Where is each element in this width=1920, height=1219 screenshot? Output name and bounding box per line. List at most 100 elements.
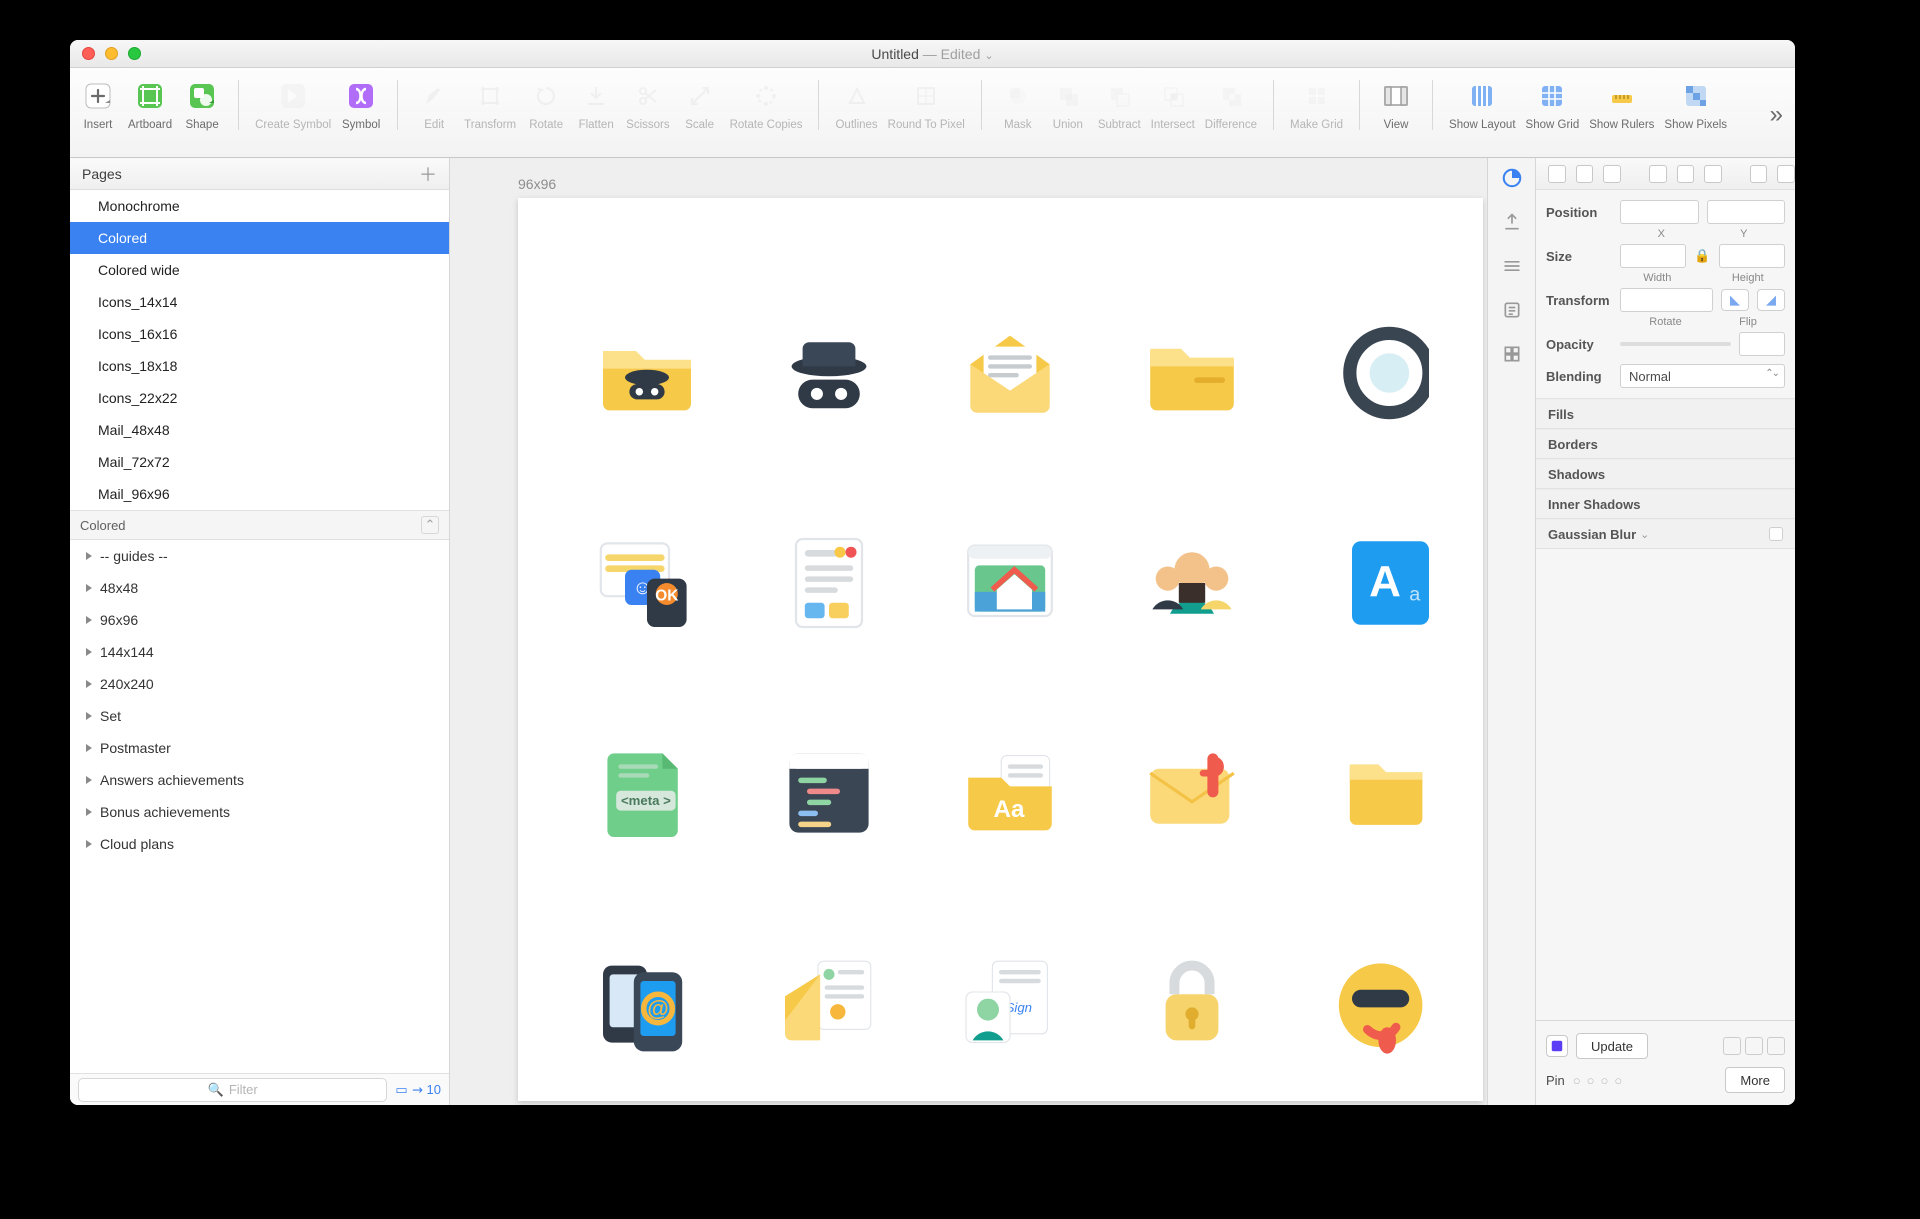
align-center-h-icon[interactable] (1576, 165, 1594, 183)
opacity-slider[interactable] (1620, 342, 1731, 346)
disclosure-triangle-icon[interactable] (86, 616, 92, 624)
lock-aspect-icon[interactable]: 🔒 (1694, 248, 1710, 264)
disclosure-triangle-icon[interactable] (86, 648, 92, 656)
layer-row[interactable]: Bonus achievements (70, 796, 449, 828)
folder-icon[interactable] (1101, 268, 1283, 478)
padlock-icon[interactable] (1101, 898, 1283, 1105)
align-center-v-icon[interactable] (1677, 165, 1695, 183)
disclosure-triangle-icon[interactable] (86, 584, 92, 592)
toolbar-artboard[interactable]: Artboard (128, 72, 172, 131)
toolbar-view[interactable]: View (1376, 72, 1416, 131)
layer-row[interactable]: Postmaster (70, 732, 449, 764)
rail-grid-icon[interactable] (1498, 340, 1526, 368)
layer-row[interactable]: 144x144 (70, 636, 449, 668)
flip-horizontal-button[interactable]: ◣ (1721, 289, 1749, 311)
document-card-icon[interactable] (738, 478, 920, 688)
code-window-icon[interactable] (738, 688, 920, 898)
flip-vertical-button[interactable]: ◢ (1757, 289, 1785, 311)
disclosure-triangle-icon[interactable] (86, 840, 92, 848)
page-row[interactable]: Mail_72x72 (70, 446, 449, 478)
page-row[interactable]: Icons_16x16 (70, 318, 449, 350)
open-mail-icon[interactable] (920, 268, 1102, 478)
rotate-input[interactable] (1620, 288, 1713, 312)
pin-right-icon[interactable]: ○ (1601, 1073, 1609, 1088)
layer-row[interactable]: Set (70, 700, 449, 732)
page-row[interactable]: Colored wide (70, 254, 449, 286)
meta-doc-icon[interactable]: <meta > (556, 688, 738, 898)
inspector-section-gaussian-blur[interactable]: Gaussian Blur ⌄ (1536, 519, 1795, 549)
font-folder-icon[interactable]: Aa (920, 688, 1102, 898)
rail-text-icon[interactable] (1498, 296, 1526, 324)
canvas[interactable]: 96x96 ☺OK Aa <meta > Aa @ Sign (450, 158, 1487, 1105)
align-top-icon[interactable] (1649, 165, 1667, 183)
disclosure-triangle-icon[interactable] (86, 808, 92, 816)
phones-at-icon[interactable]: @ (556, 898, 738, 1105)
inspector-section-inner-shadows[interactable]: Inner Shadows (1536, 489, 1795, 519)
layer-row[interactable]: 96x96 (70, 604, 449, 636)
distribute-v-icon[interactable] (1777, 165, 1795, 183)
folder-stack-icon[interactable] (1283, 688, 1465, 898)
pin-top-icon[interactable]: ○ (1587, 1073, 1595, 1088)
toolbar-overflow-icon[interactable]: » (1770, 101, 1787, 129)
layer-row[interactable]: Answers achievements (70, 764, 449, 796)
disclosure-triangle-icon[interactable] (86, 552, 92, 560)
layer-row[interactable]: 240x240 (70, 668, 449, 700)
update-button[interactable]: Update (1576, 1033, 1648, 1059)
position-x-input[interactable] (1620, 200, 1699, 224)
pin-bottom-icon[interactable]: ○ (1614, 1073, 1622, 1088)
align-right-icon[interactable] (1603, 165, 1621, 183)
people-group-icon[interactable] (1101, 478, 1283, 688)
mail-letter-icon[interactable] (738, 898, 920, 1105)
circle-ring-icon[interactable] (1283, 268, 1465, 478)
artboard[interactable]: ☺OKAa<meta >Aa@Sign (518, 198, 1483, 1101)
id-card-icon[interactable]: Sign (920, 898, 1102, 1105)
disclosure-triangle-icon[interactable] (86, 712, 92, 720)
browser-house-icon[interactable] (920, 478, 1102, 688)
sketch-logo-icon[interactable] (1546, 1035, 1568, 1057)
toolbar-show-layout[interactable]: Show Layout (1449, 72, 1516, 131)
toolbar-show-pixels[interactable]: Show Pixels (1664, 72, 1727, 131)
rail-style-icon[interactable] (1498, 164, 1526, 192)
more-button[interactable]: More (1725, 1067, 1785, 1093)
page-row[interactable]: Icons_14x14 (70, 286, 449, 318)
toolbar-shape[interactable]: Shape (182, 72, 222, 131)
social-apps-icon[interactable]: ☺OK (556, 478, 738, 688)
device-tablet-icon[interactable] (1745, 1037, 1763, 1055)
blending-select[interactable]: Normal (1620, 364, 1785, 388)
align-left-icon[interactable] (1548, 165, 1566, 183)
font-tile-icon[interactable]: Aa (1283, 478, 1465, 688)
distribute-h-icon[interactable] (1750, 165, 1768, 183)
device-grid-icon[interactable] (1723, 1037, 1741, 1055)
page-row[interactable]: Icons_22x22 (70, 382, 449, 414)
zoom-indicator[interactable]: ▭ ↗ 10 (395, 1082, 441, 1098)
align-bottom-icon[interactable] (1704, 165, 1722, 183)
layers-panel-options-icon[interactable]: ⌃ (421, 516, 439, 534)
layer-filter-input[interactable]: 🔍 Filter (78, 1078, 387, 1102)
toolbar-insert[interactable]: Insert (78, 72, 118, 131)
page-row[interactable]: Mail_96x96 (70, 478, 449, 510)
layer-row[interactable]: Cloud plans (70, 828, 449, 860)
layer-row[interactable]: -- guides -- (70, 540, 449, 572)
rail-layers-icon[interactable] (1498, 252, 1526, 280)
toolbar-symbol[interactable]: Symbol (341, 72, 381, 131)
folder-spy-icon[interactable] (556, 268, 738, 478)
device-phone-icon[interactable] (1767, 1037, 1785, 1055)
inspector-section-fills[interactable]: Fills (1536, 399, 1795, 429)
size-height-input[interactable] (1719, 244, 1785, 268)
pin-left-icon[interactable]: ○ (1573, 1073, 1581, 1088)
opacity-input[interactable] (1739, 332, 1785, 356)
position-y-input[interactable] (1707, 200, 1786, 224)
disclosure-triangle-icon[interactable] (86, 744, 92, 752)
toolbar-show-grid[interactable]: Show Grid (1526, 72, 1580, 131)
toolbar-show-rulers[interactable]: Show Rulers (1589, 72, 1654, 131)
disclosure-triangle-icon[interactable] (86, 776, 92, 784)
mail-attach-icon[interactable] (1101, 688, 1283, 898)
page-row[interactable]: Monochrome (70, 190, 449, 222)
artboard-label[interactable]: 96x96 (518, 176, 556, 192)
page-row[interactable]: Mail_48x48 (70, 414, 449, 446)
layer-row[interactable]: 48x48 (70, 572, 449, 604)
inspector-section-shadows[interactable]: Shadows (1536, 459, 1795, 489)
chevron-down-icon[interactable]: ⌄ (984, 50, 993, 62)
disclosure-triangle-icon[interactable] (86, 680, 92, 688)
add-page-button[interactable]: ＋ (419, 161, 437, 187)
